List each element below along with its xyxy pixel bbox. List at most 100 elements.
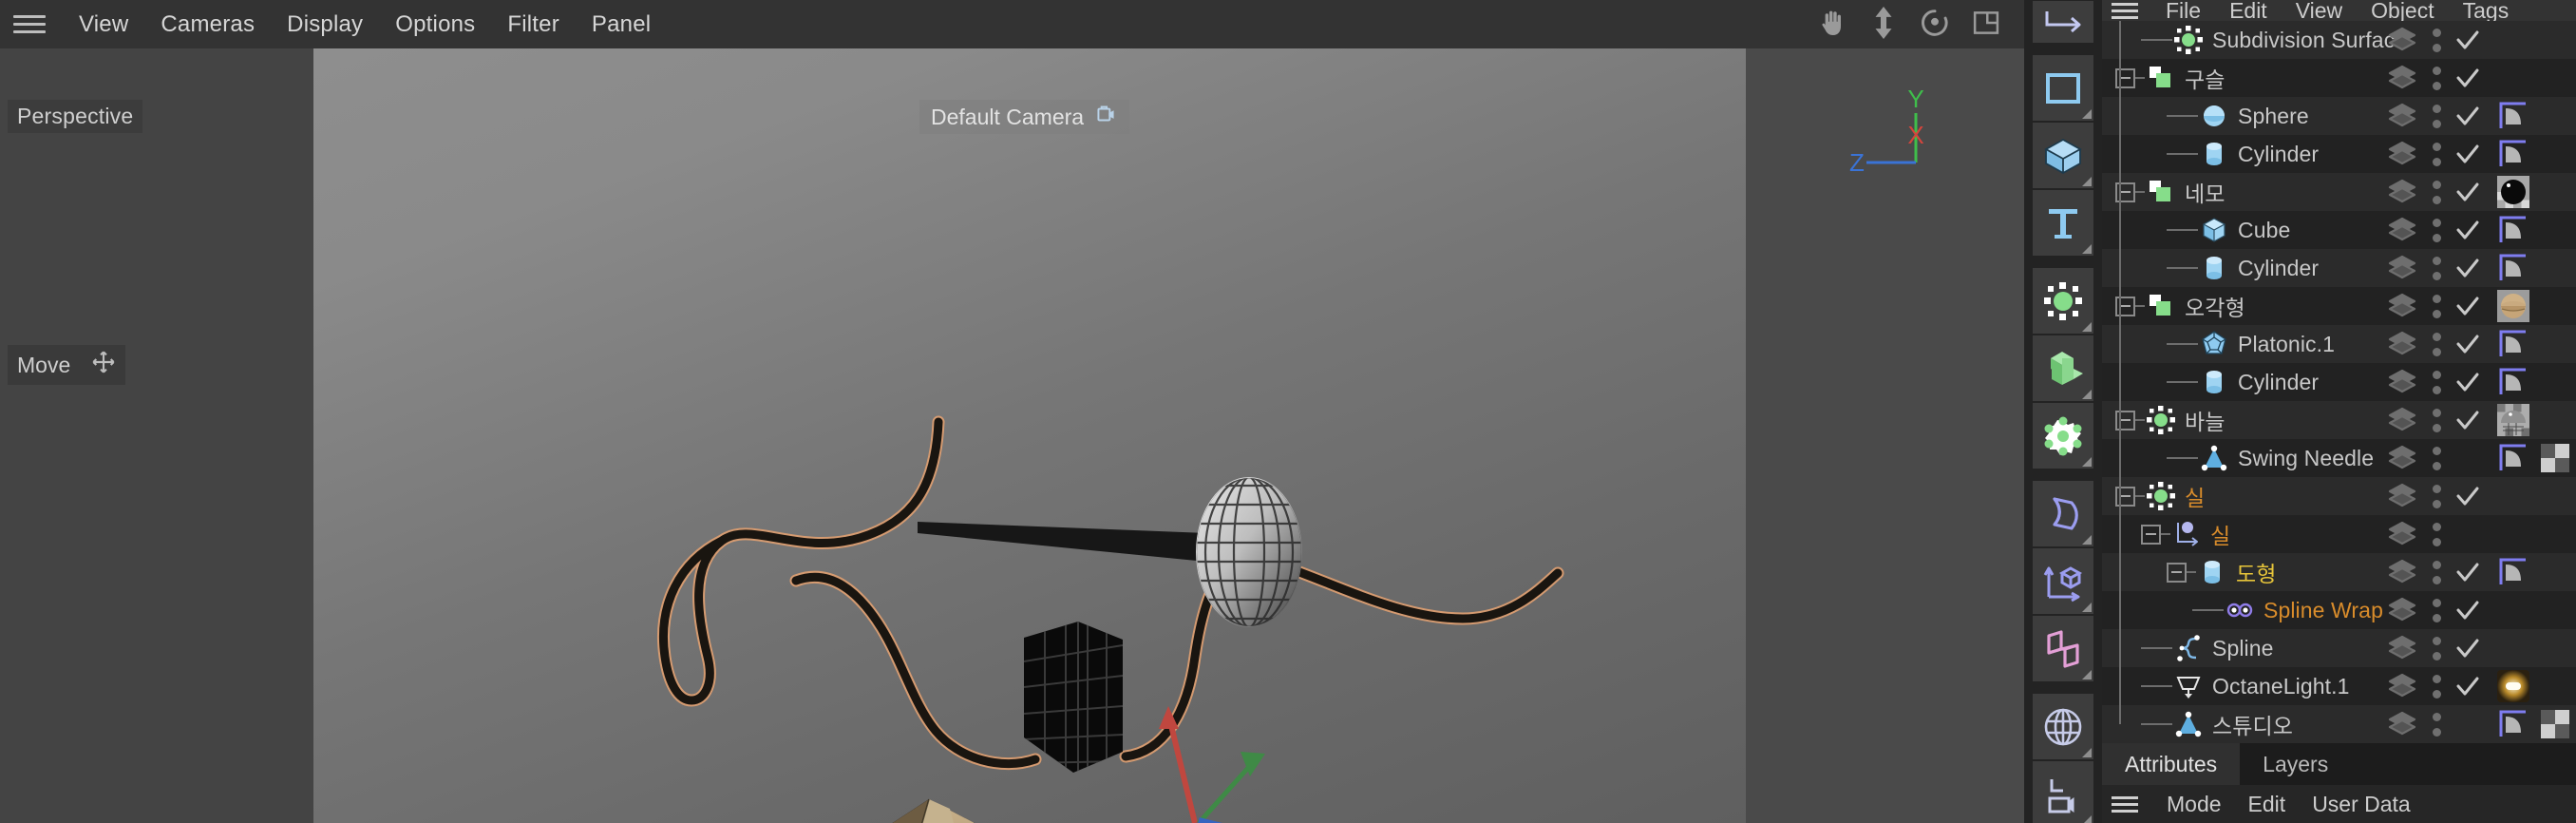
checker-tag[interactable] [2534,439,2576,477]
layers-icon[interactable] [2380,328,2424,360]
object-row[interactable]: Cylinder [2102,249,2576,287]
phong-tag[interactable] [2492,439,2534,477]
visibility-dots[interactable] [2424,104,2449,128]
material-tag-wood[interactable] [2492,287,2534,325]
phong-tag[interactable] [2492,211,2534,249]
layers-icon[interactable] [2380,632,2424,664]
enable-check-icon[interactable] [2449,178,2487,206]
material-tag-checker[interactable] [2492,401,2534,439]
layers-icon[interactable] [2380,708,2424,740]
object-row[interactable]: 바늘 [2102,401,2576,439]
object-row[interactable]: 스튜디오 [2102,705,2576,743]
visibility-dots[interactable] [2424,332,2449,356]
viewport-layout-icon[interactable] [1969,6,2003,40]
visibility-dots[interactable] [2424,674,2449,699]
enable-check-icon[interactable] [2449,330,2487,358]
visibility-dots[interactable] [2424,370,2449,394]
phong-tag[interactable] [2492,363,2534,401]
cube-primitive-icon[interactable] [2033,123,2093,188]
enable-check-icon[interactable] [2449,482,2487,510]
layers-icon[interactable] [2380,480,2424,512]
object-tree[interactable]: Subdivision Surface 구슬 Sphere Cylinder 네… [2102,21,2576,743]
visibility-dots[interactable] [2424,142,2449,166]
layers-icon[interactable] [2380,556,2424,588]
enable-check-icon[interactable] [2449,140,2487,168]
object-row[interactable]: 실 [2102,477,2576,515]
hamburger-icon[interactable] [2112,795,2138,813]
hamburger-icon[interactable] [13,12,46,37]
enable-check-icon[interactable] [2449,368,2487,396]
enable-check-icon[interactable] [2449,406,2487,434]
array-clone-icon[interactable] [2033,335,2093,401]
viewport-menu-filter[interactable]: Filter [491,8,576,42]
material-tag-black[interactable] [2492,173,2534,211]
om-menu-tags[interactable]: Tags [2449,0,2524,21]
visibility-dots[interactable] [2424,560,2449,584]
rotate-orbit-icon[interactable] [1918,6,1952,40]
attr-menu-edit[interactable]: Edit [2235,792,2300,817]
object-row[interactable]: 도형 [2102,553,2576,591]
viewport-menu-cameras[interactable]: Cameras [144,8,271,42]
tab-layers[interactable]: Layers [2240,743,2351,785]
enable-check-icon[interactable] [2449,672,2487,700]
layers-icon[interactable] [2380,214,2424,246]
attr-menu-user-data[interactable]: User Data [2299,792,2424,817]
enable-check-icon[interactable] [2449,292,2487,320]
object-row[interactable]: 오각형 [2102,287,2576,325]
visibility-dots[interactable] [2424,256,2449,280]
rectangle-select-icon[interactable] [2033,55,2093,121]
pan-hand-icon[interactable] [1815,6,1849,40]
layers-icon[interactable] [2380,24,2424,56]
null-object-icon[interactable] [2033,268,2093,334]
visibility-dots[interactable] [2424,598,2449,622]
expand-collapse-toggle[interactable] [2167,562,2187,583]
enable-check-icon[interactable] [2449,216,2487,244]
layers-icon[interactable] [2380,62,2424,94]
om-menu-file[interactable]: File [2151,0,2215,21]
layers-icon[interactable] [2380,176,2424,208]
visibility-dots[interactable] [2424,712,2449,737]
layers-icon[interactable] [2380,518,2424,550]
object-row[interactable]: Cube [2102,211,2576,249]
checker-tag[interactable] [2534,705,2576,743]
object-row[interactable]: Spline Wrap [2102,591,2576,629]
enable-check-icon[interactable] [2449,102,2487,130]
object-row[interactable]: Subdivision Surface [2102,21,2576,59]
hamburger-icon[interactable] [2112,2,2138,19]
om-menu-edit[interactable]: Edit [2215,0,2282,21]
layers-icon[interactable] [2380,366,2424,398]
layers-icon[interactable] [2380,290,2424,322]
enable-check-icon[interactable] [2449,254,2487,282]
phong-tag[interactable] [2492,325,2534,363]
phong-tag[interactable] [2492,705,2534,743]
enable-check-icon[interactable] [2449,64,2487,92]
visibility-dots[interactable] [2424,636,2449,660]
object-row[interactable]: 실 [2102,515,2576,553]
gear-generator-icon[interactable] [2033,403,2093,469]
attr-menu-mode[interactable]: Mode [2153,792,2235,817]
layers-icon[interactable] [2380,252,2424,284]
viewport-camera-label[interactable]: Default Camera [919,100,1130,134]
object-row[interactable]: Platonic.1 [2102,325,2576,363]
layers-icon[interactable] [2380,594,2424,626]
phong-tag[interactable] [2492,97,2534,135]
camera-object-icon[interactable] [2033,761,2093,823]
object-row[interactable]: Swing Needle [2102,439,2576,477]
object-row[interactable]: Cylinder [2102,363,2576,401]
object-row[interactable]: OctaneLight.1 [2102,667,2576,705]
enable-check-icon[interactable] [2449,596,2487,624]
object-row[interactable]: 구슬 [2102,59,2576,97]
visibility-dots[interactable] [2424,522,2449,546]
layers-icon[interactable] [2380,138,2424,170]
viewport-canvas[interactable]: Perspective Move Default Camera Y Z X [0,48,2024,823]
tab-attributes[interactable]: Attributes [2102,743,2241,785]
visibility-dots[interactable] [2424,28,2449,52]
viewport-menu-panel[interactable]: Panel [576,8,667,42]
visibility-dots[interactable] [2424,408,2449,432]
visibility-dots[interactable] [2424,446,2449,470]
layers-icon[interactable] [2380,442,2424,474]
enable-check-icon[interactable] [2449,634,2487,662]
viewport-menu-display[interactable]: Display [271,8,379,42]
viewport-menu-view[interactable]: View [63,8,144,42]
layers-icon[interactable] [2380,404,2424,436]
